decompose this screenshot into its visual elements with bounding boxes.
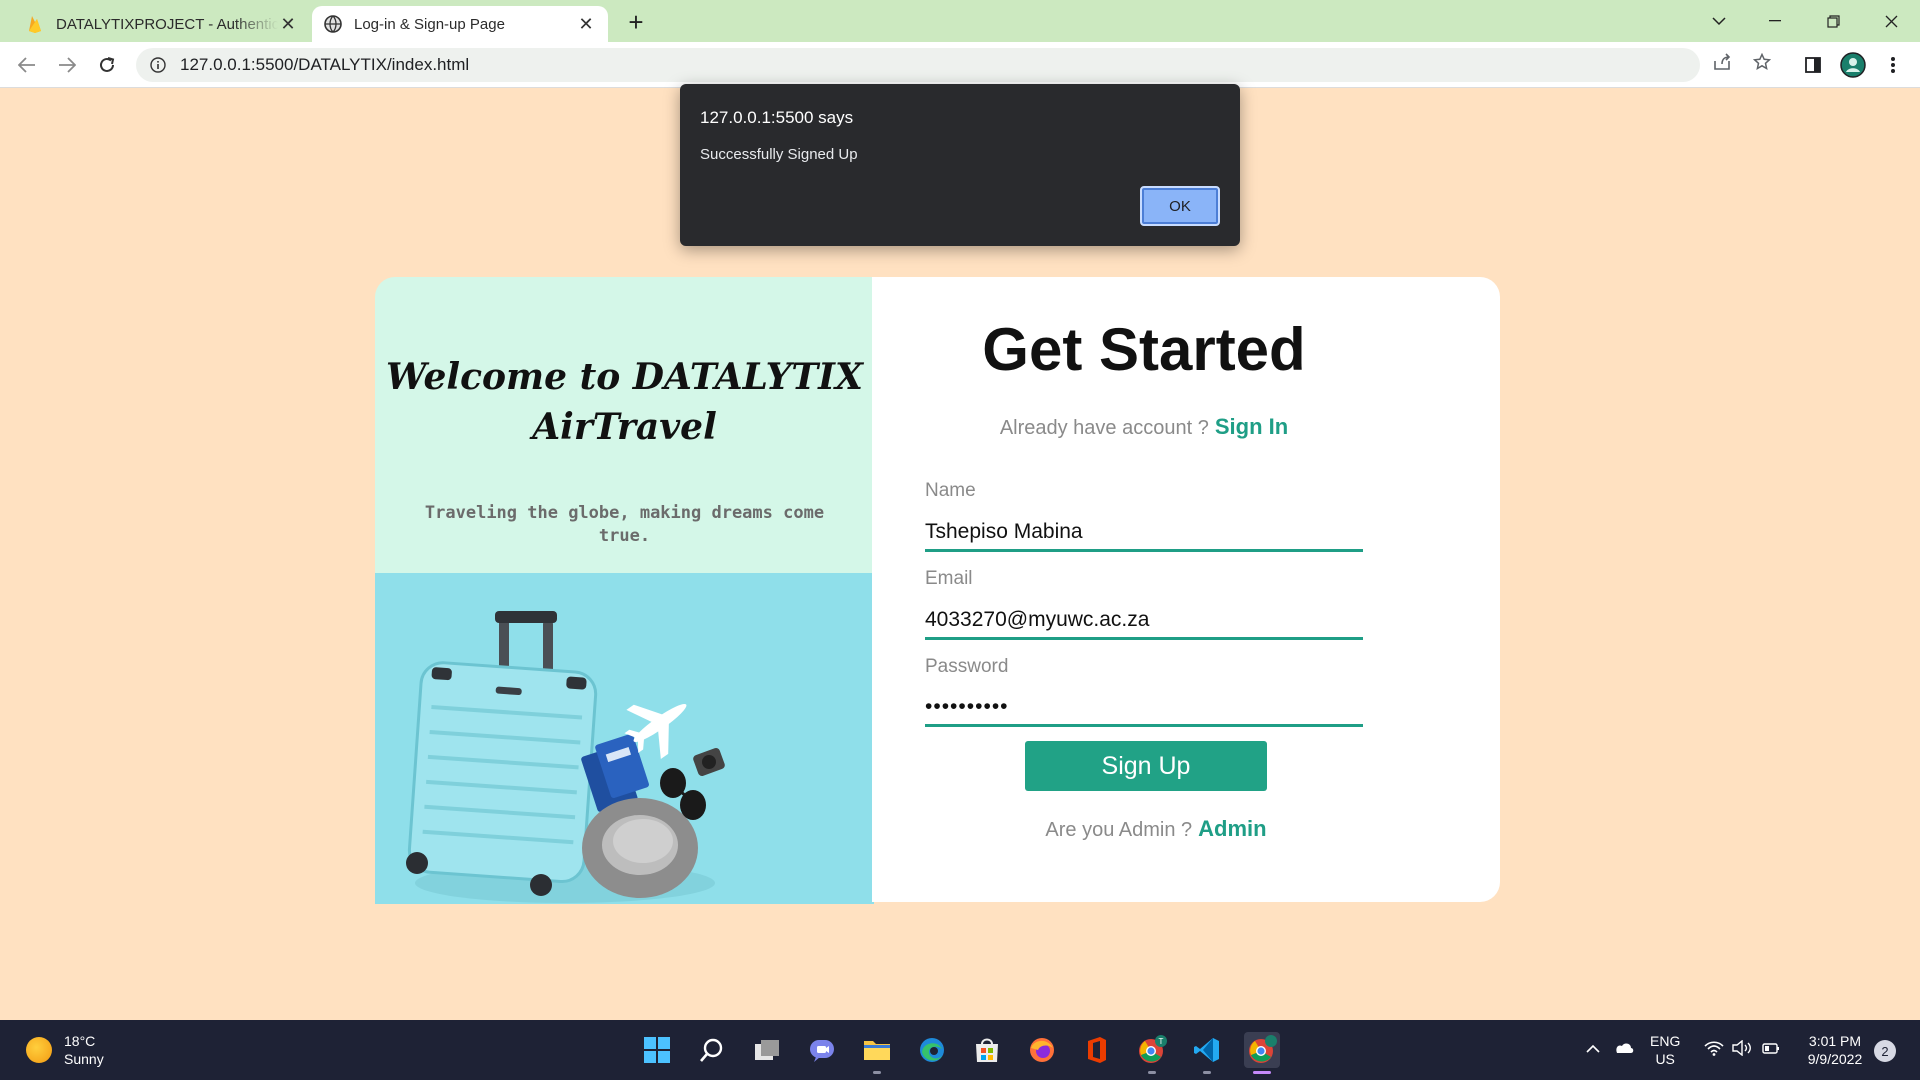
language-indicator[interactable]: ENG US [1650,1032,1680,1068]
name-label: Name [925,480,976,501]
admin-prompt-text: Are you Admin ? [1045,819,1193,841]
tagline: Traveling the globe, making dreams come … [424,503,825,546]
welcome-panel: Welcome to DATALYTIX AirTravel Traveling… [375,277,874,904]
tab-datalytix-authentication[interactable]: DATALYTIXPROJECT - Authentication ✕ [14,6,310,42]
globe-icon [324,15,342,33]
onedrive-icon[interactable] [1612,1040,1634,1058]
bookmark-star-icon[interactable] [1748,48,1776,76]
search-icon[interactable] [694,1032,730,1068]
tab-login-signup[interactable]: Log-in & Sign-up Page ✕ [312,6,608,42]
show-hidden-icons-chevron[interactable] [1586,1040,1600,1058]
firefox-icon[interactable] [1024,1032,1060,1068]
tab-bar: DATALYTIXPROJECT - Authentication ✕ Log-… [0,0,1920,42]
reload-button[interactable] [92,50,122,80]
address-bar[interactable]: 127.0.0.1:5500/DATALYTIX/index.html [136,48,1700,82]
side-panel-icon[interactable] [1798,50,1828,80]
close-window-button[interactable] [1868,0,1914,42]
weather-condition: Sunny [64,1051,104,1067]
url-text[interactable]: 127.0.0.1:5500/DATALYTIX/index.html [180,55,469,75]
tab-title: DATALYTIXPROJECT - Authentication [56,15,278,33]
menu-kebab-icon[interactable] [1878,50,1908,80]
language-line-2: US [1655,1051,1675,1067]
browser-toolbar: 127.0.0.1:5500/DATALYTIX/index.html [0,42,1920,88]
vscode-icon[interactable] [1189,1032,1225,1074]
account-prompt-text: Already have account ? [999,417,1209,439]
clock[interactable]: 3:01 PM 9/9/2022 [1800,1032,1870,1068]
back-button[interactable] [12,50,42,80]
new-tab-button[interactable]: + [620,8,652,36]
chrome-profile-t-icon[interactable]: T [1134,1032,1170,1074]
alert-message: Successfully Signed Up [700,146,858,163]
volume-icon[interactable] [1732,1039,1752,1060]
close-tab-icon[interactable]: ✕ [576,14,596,34]
notification-badge[interactable]: 2 [1874,1040,1896,1062]
welcome-line-2: AirTravel [532,406,717,448]
password-field[interactable]: •••••••••• [925,687,1363,727]
share-icon[interactable] [1708,48,1736,76]
welcome-heading: Welcome to DATALYTIX AirTravel [375,352,874,452]
clock-time: 3:01 PM [1808,1033,1862,1049]
start-button[interactable] [639,1032,675,1068]
weather-temperature: 18°C [64,1033,96,1049]
welcome-line-1: Welcome to DATALYTIX [386,356,863,398]
firebase-icon [26,15,44,33]
sun-icon [26,1037,52,1063]
svg-text:T: T [1159,1037,1164,1046]
restore-button[interactable] [1810,0,1856,42]
alert-origin: 127.0.0.1:5500 says [700,108,854,127]
clock-date: 9/9/2022 [1807,1051,1863,1067]
admin-prompt: Are you Admin ? Admin [872,816,1440,842]
wifi-icon[interactable] [1704,1040,1724,1060]
signin-prompt: Already have account ? Sign In [872,414,1416,440]
signin-link[interactable]: Sign In [1215,414,1288,439]
signup-form-panel: Get Started Already have account ? Sign I… [872,277,1500,902]
tab-search-chevron-icon[interactable] [1696,0,1742,42]
office-icon[interactable] [1079,1032,1115,1068]
battery-icon[interactable] [1762,1040,1780,1060]
alert-ok-button[interactable]: OK [1140,186,1220,226]
forward-button[interactable] [52,50,82,80]
alert-dialog: 127.0.0.1:5500 says Successfully Signed … [680,84,1240,246]
file-explorer-icon[interactable] [859,1032,895,1074]
close-tab-icon[interactable]: ✕ [278,14,298,34]
tab-title: Log-in & Sign-up Page [354,15,505,33]
chrome-active-icon[interactable] [1244,1032,1280,1074]
weather-widget[interactable]: 18°C Sunny [26,1032,104,1068]
minimize-button[interactable] [1752,0,1798,42]
site-info-icon[interactable] [148,55,168,75]
language-line-1: ENG [1650,1033,1681,1049]
email-field[interactable]: 4033270@myuwc.ac.za [925,600,1363,640]
edge-icon[interactable] [914,1032,950,1068]
password-label: Password [925,656,1009,677]
windows-taskbar: 18°C Sunny T ENG US 3:01 PM 9/9/2022 2 [0,1020,1920,1080]
teams-chat-icon[interactable] [804,1032,840,1068]
admin-link[interactable]: Admin [1198,816,1266,841]
name-field[interactable]: Tshepiso Mabina [925,512,1363,552]
luggage-travel-image [375,573,874,904]
form-heading: Get Started [982,316,1306,383]
signup-button[interactable]: Sign Up [1025,741,1267,791]
task-view-icon[interactable] [749,1032,785,1068]
profile-avatar[interactable] [1838,50,1868,80]
email-label: Email [925,568,973,589]
microsoft-store-icon[interactable] [969,1032,1005,1068]
